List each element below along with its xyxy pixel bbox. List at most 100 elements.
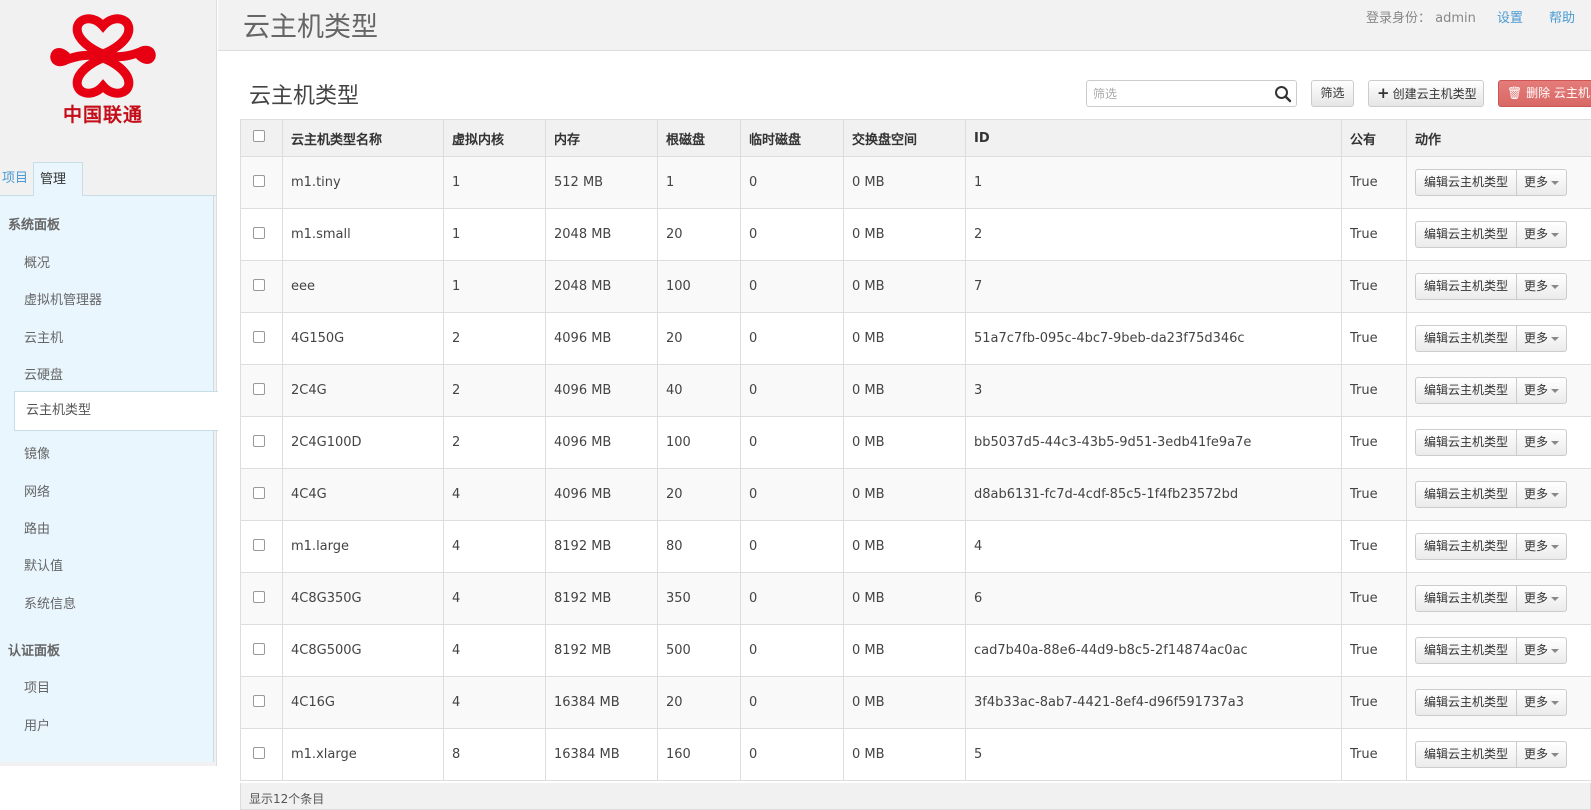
row-checkbox[interactable]: [253, 174, 265, 187]
cell-ram: 512 MB: [545, 156, 658, 209]
caret-down-icon: [1551, 336, 1560, 341]
row-actions-cell: 编辑云主机类型 更多: [1406, 208, 1591, 261]
tab-admin[interactable]: 管理员: [33, 162, 83, 221]
item-count: 显示12个条目: [249, 792, 325, 806]
cell-id: 2: [965, 208, 1342, 261]
more-actions-label: 更多: [1524, 695, 1549, 709]
settings-link[interactable]: 设置: [1497, 7, 1523, 26]
sidebar-item-volumes[interactable]: 云硬盘: [24, 364, 63, 383]
row-checkbox[interactable]: [253, 278, 265, 291]
more-actions-dropdown[interactable]: 更多: [1517, 585, 1568, 612]
edit-flavor-button[interactable]: 编辑云主机类型: [1415, 273, 1518, 300]
sidebar-item-flavors[interactable]: 云主机类型: [14, 391, 218, 431]
cell-ram: 2048 MB: [545, 208, 658, 261]
column-header-public[interactable]: 公有: [1341, 119, 1407, 157]
more-actions-dropdown[interactable]: 更多: [1517, 533, 1568, 560]
sidebar-item-routers[interactable]: 路由: [24, 518, 50, 537]
more-actions-dropdown[interactable]: 更多: [1517, 169, 1568, 196]
more-actions-dropdown[interactable]: 更多: [1517, 637, 1568, 664]
column-header-ram[interactable]: 内存: [545, 119, 658, 157]
cell-swap: 0 MB: [843, 468, 966, 521]
column-header-vcpus[interactable]: 虚拟内核: [443, 119, 546, 157]
cell-root-disk: 80: [657, 520, 741, 573]
cell-ram: 16384 MB: [545, 728, 658, 781]
more-actions-dropdown[interactable]: 更多: [1517, 325, 1568, 352]
column-header-name[interactable]: 云主机类型名称: [282, 119, 444, 157]
brand-logo[interactable]: 中国联通: [46, 14, 160, 126]
cell-public: True: [1341, 416, 1407, 469]
sidebar-item-defaults[interactable]: 默认值: [24, 555, 63, 574]
column-header-root-disk[interactable]: 根磁盘: [657, 119, 741, 157]
sidebar-item-users[interactable]: 用户: [24, 715, 50, 734]
row-checkbox[interactable]: [253, 642, 265, 655]
cell-root-disk: 40: [657, 364, 741, 417]
row-checkbox[interactable]: [253, 746, 265, 759]
cell-ram: 16384 MB: [545, 676, 658, 729]
edit-flavor-button[interactable]: 编辑云主机类型: [1415, 689, 1518, 716]
row-checkbox[interactable]: [253, 486, 265, 499]
edit-flavor-button[interactable]: 编辑云主机类型: [1415, 533, 1518, 560]
edit-flavor-button[interactable]: 编辑云主机类型: [1415, 169, 1518, 196]
flavors-table: 云主机类型名称 虚拟内核 内存 根磁盘 临时磁盘 交换盘空间 ID 公有 动作 …: [240, 119, 1591, 781]
tab-project[interactable]: 项目: [0, 162, 34, 196]
row-action-group: 编辑云主机类型 更多: [1415, 429, 1568, 456]
edit-flavor-button[interactable]: 编辑云主机类型: [1415, 741, 1518, 768]
edit-flavor-button[interactable]: 编辑云主机类型: [1415, 481, 1518, 508]
cell-name: m1.tiny: [282, 156, 444, 209]
cell-ephemeral-disk: 0: [740, 468, 844, 521]
column-header-ephemeral-disk[interactable]: 临时磁盘: [740, 119, 844, 157]
more-actions-dropdown[interactable]: 更多: [1517, 221, 1568, 248]
edit-flavor-button[interactable]: 编辑云主机类型: [1415, 221, 1518, 248]
filter-input[interactable]: [1087, 81, 1272, 106]
cell-vcpus: 4: [443, 468, 546, 521]
cell-ephemeral-disk: 0: [740, 312, 844, 365]
system-panel-heading[interactable]: 系统面板: [8, 214, 60, 233]
row-select-cell: [240, 676, 283, 729]
more-actions-label: 更多: [1524, 279, 1549, 293]
sidebar-item-overview[interactable]: 概况: [24, 252, 50, 271]
delete-flavors-button[interactable]: 🗑 删除 云主机类型: [1498, 80, 1591, 125]
more-actions-dropdown[interactable]: 更多: [1517, 377, 1568, 404]
edit-flavor-button[interactable]: 编辑云主机类型: [1415, 429, 1518, 456]
edit-flavor-button[interactable]: 编辑云主机类型: [1415, 377, 1518, 404]
row-actions-cell: 编辑云主机类型 更多: [1406, 468, 1591, 521]
more-actions-dropdown[interactable]: 更多: [1517, 689, 1568, 716]
row-checkbox[interactable]: [253, 226, 265, 239]
row-checkbox[interactable]: [253, 590, 265, 603]
edit-flavor-button[interactable]: 编辑云主机类型: [1415, 325, 1518, 352]
more-actions-dropdown[interactable]: 更多: [1517, 429, 1568, 456]
caret-down-icon: [1551, 492, 1560, 497]
cell-ephemeral-disk: 0: [740, 156, 844, 209]
edit-flavor-button[interactable]: 编辑云主机类型: [1415, 637, 1518, 664]
row-checkbox[interactable]: [253, 538, 265, 551]
row-checkbox[interactable]: [253, 330, 265, 343]
cell-swap: 0 MB: [843, 260, 966, 313]
more-actions-dropdown[interactable]: 更多: [1517, 741, 1568, 768]
row-checkbox[interactable]: [253, 434, 265, 447]
sidebar-item-networks[interactable]: 网络: [24, 481, 50, 500]
sidebar-item-projects[interactable]: 项目: [24, 677, 50, 696]
edit-flavor-button[interactable]: 编辑云主机类型: [1415, 585, 1518, 612]
filter-button[interactable]: 筛选: [1311, 80, 1354, 107]
sidebar-item-instances[interactable]: 云主机: [24, 327, 63, 346]
cell-name: 2C4G100D: [282, 416, 444, 469]
row-select-cell: [240, 624, 283, 677]
row-checkbox[interactable]: [253, 694, 265, 707]
cell-ram: 4096 MB: [545, 468, 658, 521]
column-header-swap[interactable]: 交换盘空间: [843, 119, 966, 157]
row-checkbox[interactable]: [253, 382, 265, 395]
column-header-id[interactable]: ID: [965, 119, 1342, 157]
search-icon[interactable]: [1274, 85, 1292, 103]
cell-swap: 0 MB: [843, 728, 966, 781]
cell-public: True: [1341, 624, 1407, 677]
more-actions-dropdown[interactable]: 更多: [1517, 481, 1568, 508]
row-actions-cell: 编辑云主机类型 更多: [1406, 312, 1591, 365]
select-all-checkbox[interactable]: [253, 130, 265, 142]
help-link[interactable]: 帮助: [1549, 7, 1575, 26]
create-flavor-button[interactable]: + 创建云主机类型: [1368, 80, 1484, 107]
auth-panel-heading[interactable]: 认证面板: [8, 640, 60, 659]
sidebar-item-hypervisors[interactable]: 虚拟机管理器: [24, 289, 102, 308]
sidebar-item-system-info[interactable]: 系统信息: [24, 593, 76, 612]
more-actions-dropdown[interactable]: 更多: [1517, 273, 1568, 300]
sidebar-item-images[interactable]: 镜像: [24, 443, 50, 462]
